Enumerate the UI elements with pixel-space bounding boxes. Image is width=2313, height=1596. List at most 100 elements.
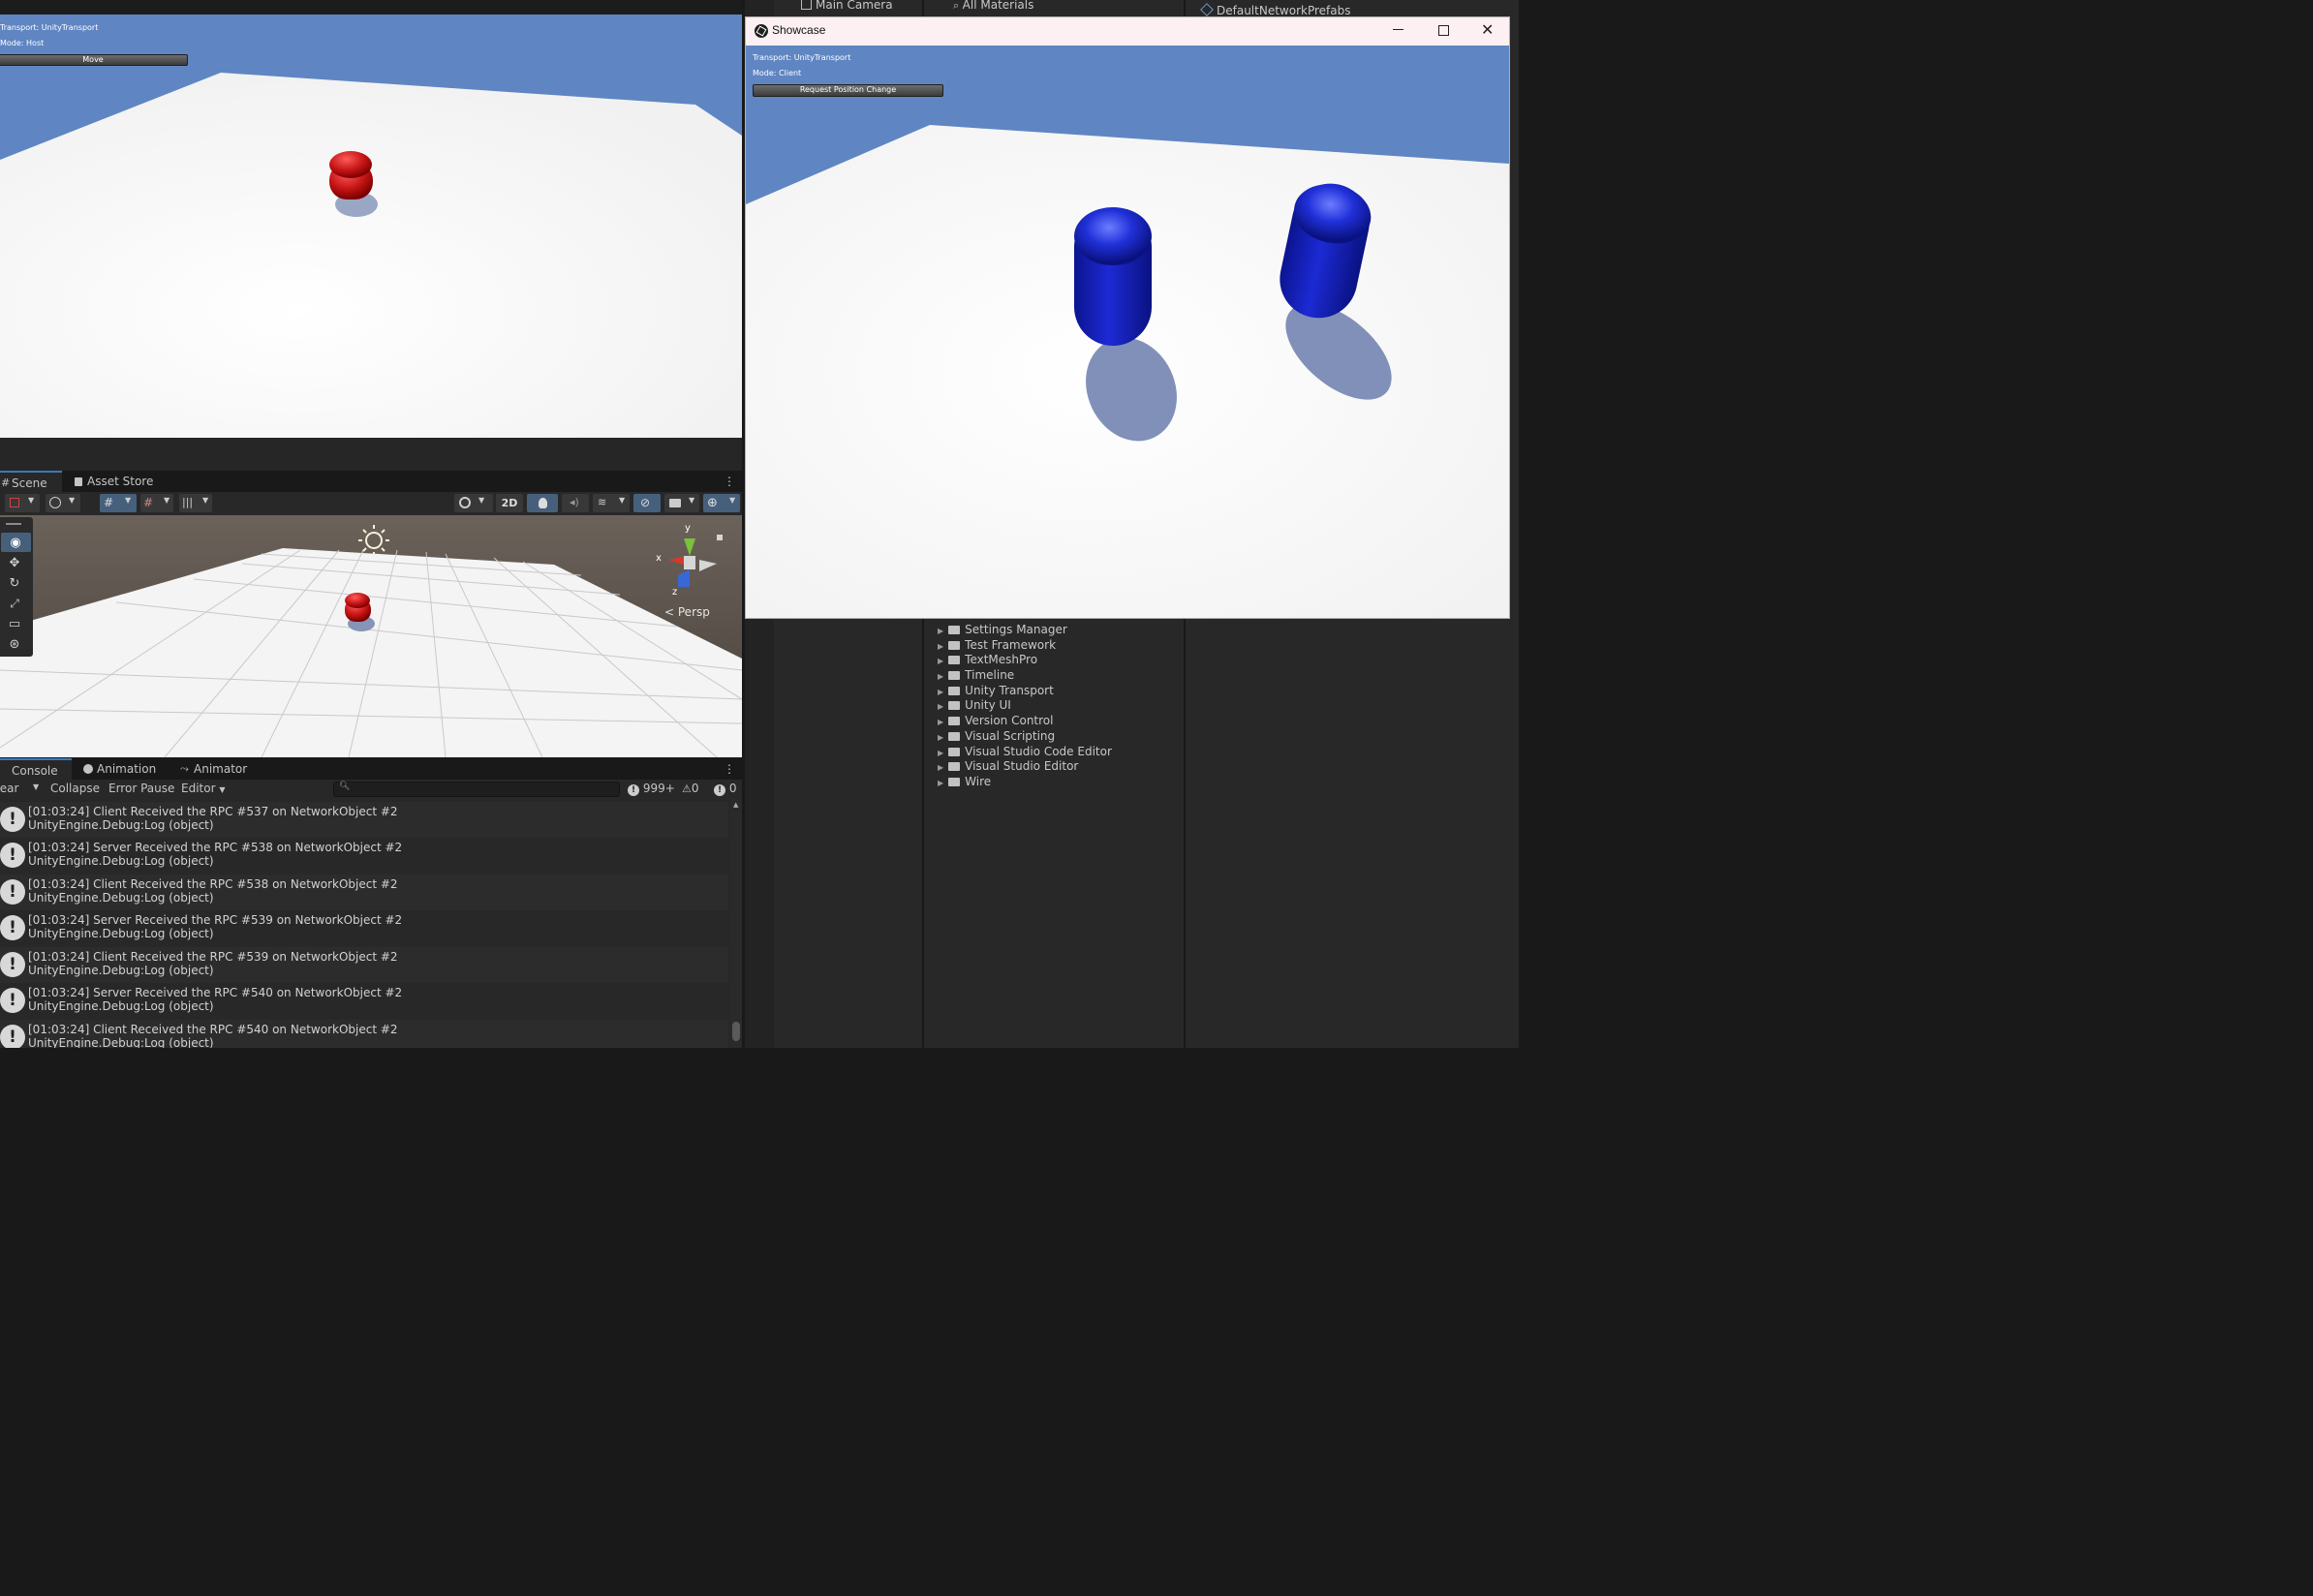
package-folder[interactable]: ▶ Visual Studio Editor: [938, 759, 1180, 775]
host-mode-label: Mode: Host: [0, 39, 45, 47]
expand-arrow-icon[interactable]: ▶: [938, 763, 943, 772]
expand-arrow-icon[interactable]: ▶: [938, 688, 943, 696]
global-dropdown[interactable]: ▼: [46, 494, 80, 512]
expand-arrow-icon[interactable]: ▶: [938, 672, 943, 681]
scene-viewport[interactable]: y x z < Persp ◉ ✥ ↻ ⤢ ▭ ⊛: [0, 515, 742, 757]
minimize-icon[interactable]: [1393, 29, 1403, 30]
error-pause-button[interactable]: Error Pause: [108, 782, 174, 795]
info-icon: !: [0, 915, 25, 940]
editor-dropdown[interactable]: Editor ▼: [181, 782, 226, 795]
expand-arrow-icon[interactable]: ▶: [938, 657, 943, 665]
package-folder[interactable]: ▶ Visual Studio Code Editor: [938, 745, 1180, 760]
log-source: UnityEngine.Debug:Log (object): [28, 964, 214, 977]
move-tool-icon[interactable]: ✥: [6, 554, 23, 571]
collapse-button[interactable]: Collapse: [50, 782, 100, 795]
warning-count-toggle[interactable]: ⚠0: [682, 782, 699, 795]
package-folder[interactable]: ▶ Timeline: [938, 668, 1180, 684]
ruler-dropdown[interactable]: ||| ▼: [179, 494, 212, 512]
info-icon: !: [628, 784, 639, 796]
error-count-toggle[interactable]: ! 0: [714, 782, 736, 796]
scale-tool-icon[interactable]: ⤢: [6, 595, 23, 612]
expand-arrow-icon[interactable]: ▶: [938, 779, 943, 787]
log-entry[interactable]: ! [01:03:24] Server Received the RPC #539…: [0, 910, 728, 946]
tab-scene[interactable]: # Scene: [0, 471, 62, 492]
scrollbar-thumb[interactable]: [732, 1022, 740, 1041]
log-entry[interactable]: ! [01:03:24] Server Received the RPC #540…: [0, 983, 728, 1019]
folder-icon: [948, 777, 961, 786]
expand-arrow-icon[interactable]: ▶: [938, 718, 943, 726]
rotate-tool-icon[interactable]: ↻: [6, 574, 23, 592]
log-entry[interactable]: ! [01:03:24] Client Received the RPC #538…: [0, 875, 728, 910]
rect-tool-icon[interactable]: ▭: [6, 615, 23, 632]
expand-arrow-icon[interactable]: ▶: [938, 627, 943, 635]
close-icon[interactable]: ✕: [1481, 20, 1494, 40]
transform-tool-icon[interactable]: ⊛: [6, 635, 23, 653]
projection-toggle[interactable]: < Persp: [664, 605, 710, 619]
visibility-toggle[interactable]: ⊘: [633, 494, 661, 512]
move-button[interactable]: Move: [0, 54, 188, 66]
expand-arrow-icon[interactable]: ▶: [938, 749, 943, 757]
increment-snap-dropdown[interactable]: # ▼: [140, 494, 173, 512]
error-icon: !: [714, 784, 725, 796]
window-titlebar[interactable]: Showcase ✕: [746, 17, 1509, 46]
info-icon: !: [0, 879, 25, 905]
unity-cube-icon: [756, 25, 767, 37]
clear-button[interactable]: Clear ▼: [0, 782, 45, 797]
tab-animation[interactable]: Animation: [81, 758, 169, 780]
snap-icon: #: [143, 496, 154, 509]
expand-arrow-icon[interactable]: ▶: [938, 733, 943, 742]
draw-mode-dropdown[interactable]: ▼: [5, 494, 40, 512]
package-folder[interactable]: ▶ Settings Manager: [938, 623, 1180, 638]
package-label: Visual Studio Code Editor: [965, 744, 1112, 758]
drag-handle-icon[interactable]: [6, 523, 21, 525]
log-entry[interactable]: ! [01:03:24] Client Received the RPC #537…: [0, 802, 728, 838]
request-position-change-button[interactable]: Request Position Change: [753, 84, 943, 97]
package-folder[interactable]: ▶ TextMeshPro: [938, 653, 1180, 668]
ruler-icon: |||: [182, 496, 194, 508]
inspector-asset-title[interactable]: DefaultNetworkPrefabs: [1200, 3, 1350, 17]
log-count-toggle[interactable]: ! 999+: [628, 782, 675, 796]
search-icon: ⌕: [953, 0, 963, 12]
console-scrollbar[interactable]: ▲: [730, 799, 742, 1048]
expand-arrow-icon[interactable]: ▶: [938, 702, 943, 711]
expand-arrow-icon[interactable]: ▶: [938, 642, 943, 651]
package-folder[interactable]: ▶ Version Control: [938, 714, 1180, 729]
package-folder[interactable]: ▶ Visual Scripting: [938, 729, 1180, 745]
folder-icon: [948, 731, 961, 741]
log-message: [01:03:24] Server Received the RPC #539 …: [28, 913, 403, 927]
log-entry[interactable]: ! [01:03:24] Client Received the RPC #540…: [0, 1020, 728, 1048]
host-game-view: Transport: UnityTransport Mode: Host Mov…: [0, 0, 742, 438]
view-tool-button[interactable]: ◉: [1, 533, 31, 552]
folder-icon: [948, 640, 961, 650]
kebab-menu-icon[interactable]: ⋮: [723, 474, 736, 489]
host-player-cap: [329, 151, 372, 178]
audio-toggle[interactable]: ◂): [562, 494, 589, 512]
chevron-down-icon: ▼: [125, 496, 132, 505]
grid-snap-toggle[interactable]: # ▼: [100, 494, 137, 512]
package-folder[interactable]: ▶ Unity UI: [938, 698, 1180, 714]
camera-dropdown[interactable]: ▼: [664, 494, 699, 512]
2d-toggle[interactable]: 2D: [496, 494, 523, 512]
console-kebab-menu-icon[interactable]: ⋮: [723, 761, 736, 777]
console-toolbar: Clear ▼ Collapse Error Pause Editor ▼ 🔍︎…: [0, 780, 742, 799]
gizmos-dropdown[interactable]: ⊕ ▼: [703, 494, 740, 512]
search-all-materials[interactable]: ⌕ All Materials: [953, 0, 1033, 13]
log-entry[interactable]: ! [01:03:24] Client Received the RPC #539…: [0, 947, 728, 983]
effects-dropdown[interactable]: ≋ ▼: [593, 494, 630, 512]
package-folder[interactable]: ▶ Test Framework: [938, 638, 1180, 654]
log-entry[interactable]: ! [01:03:24] Server Received the RPC #538…: [0, 838, 728, 874]
console-search-input[interactable]: 🔍︎: [333, 782, 620, 797]
lighting-toggle[interactable]: [527, 494, 558, 512]
package-folder[interactable]: ▶ Unity Transport: [938, 684, 1180, 699]
tab-asset-store[interactable]: Asset Store: [72, 471, 169, 492]
tab-animator[interactable]: ⤳ Animator: [178, 758, 256, 780]
shading-mode-dropdown[interactable]: ▼: [454, 494, 493, 512]
log-message: [01:03:24] Client Received the RPC #539 …: [28, 950, 398, 964]
package-label: Unity UI: [965, 698, 1011, 713]
package-folder[interactable]: ▶ Wire: [938, 775, 1180, 790]
warning-count: 0: [691, 782, 699, 795]
maximize-icon[interactable]: [1438, 25, 1449, 36]
prefab-icon: [1200, 3, 1214, 16]
tab-console[interactable]: Console: [0, 758, 72, 780]
hierarchy-item-main-camera[interactable]: Main Camera: [801, 0, 893, 12]
